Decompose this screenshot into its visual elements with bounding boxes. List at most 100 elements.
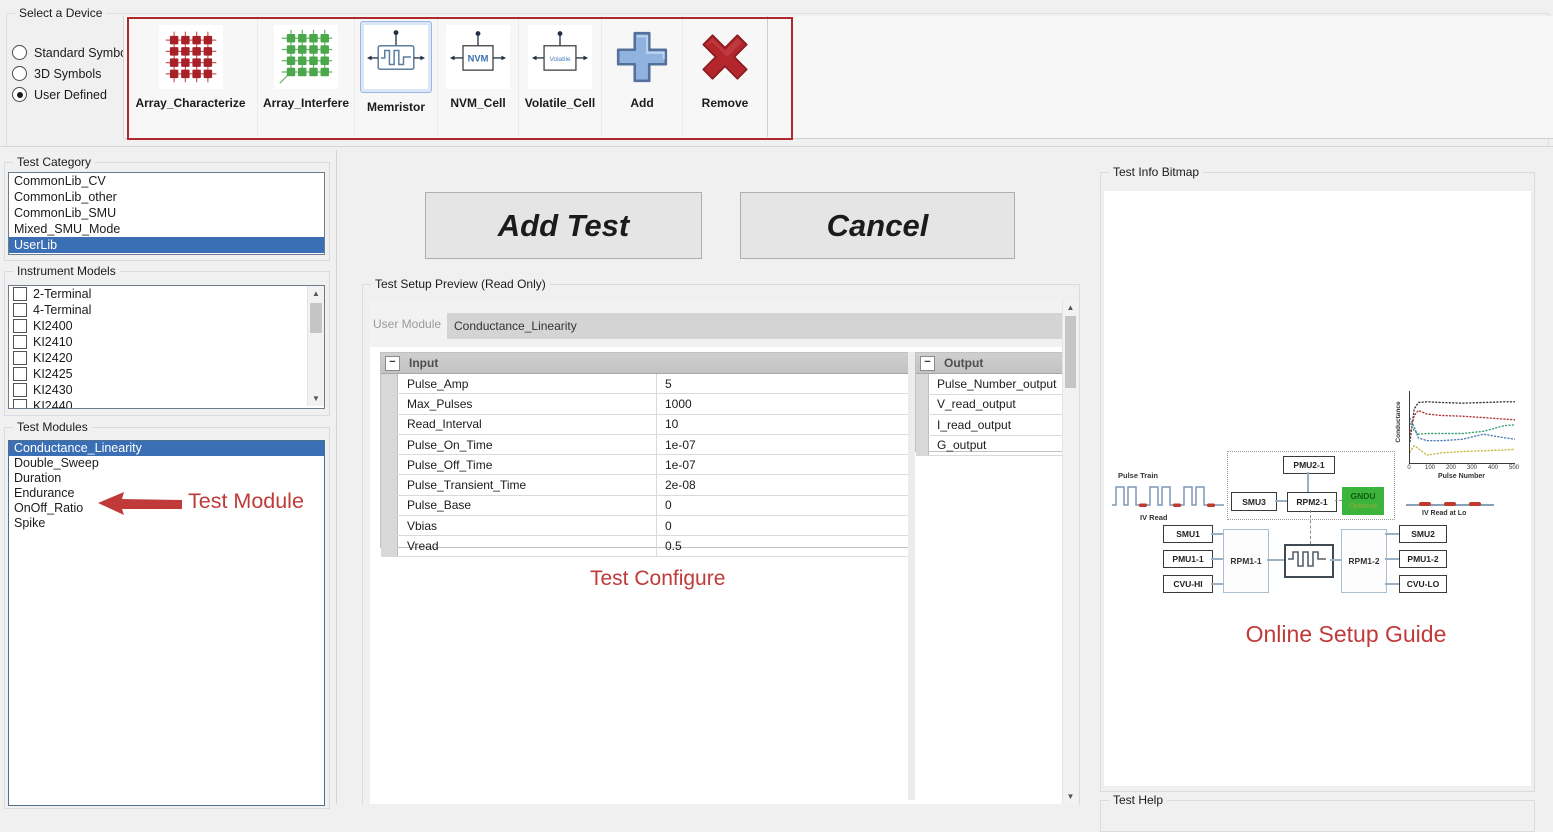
checkbox-icon[interactable] <box>13 287 27 301</box>
list-item[interactable]: Mixed_SMU_Mode <box>9 221 324 237</box>
test-help-label: Test Help <box>1109 793 1167 807</box>
nvm-cell-icon: NVM <box>446 25 510 89</box>
instrument-models-listbox: 2-Terminal 4-Terminal KI2400 KI2410 KI24… <box>8 285 325 409</box>
row-header <box>381 435 398 454</box>
device-item-label: Array_Interfere <box>263 96 349 110</box>
volatile-cell-icon: Volatile <box>528 25 592 89</box>
radio-3d-symbols[interactable]: 3D Symbols <box>12 63 136 84</box>
cancel-button[interactable]: Cancel <box>740 192 1015 259</box>
list-item-selected[interactable]: UserLib <box>9 237 324 253</box>
device-item-array-characterize[interactable]: Array_Characterize <box>124 16 258 137</box>
input-row: Pulse_On_Time1e-07 <box>381 435 909 455</box>
radio-standard-symbols[interactable]: Standard Symbols <box>12 42 136 63</box>
device-item-memristor[interactable]: Memristor <box>355 16 438 137</box>
checkbox-icon[interactable] <box>13 351 27 365</box>
row-header <box>381 496 398 515</box>
user-module-value: Conductance_Linearity <box>454 319 577 333</box>
row-header <box>916 436 929 456</box>
instrument-label: KI2425 <box>33 367 73 381</box>
list-item[interactable]: Spike <box>9 516 324 531</box>
instrument-item[interactable]: 4-Terminal <box>9 302 324 318</box>
instrument-label: KI2400 <box>33 319 73 333</box>
radio-icon[interactable] <box>12 45 27 60</box>
device-item-volatile-cell[interactable]: Volatile Volatile_Cell <box>519 16 602 137</box>
instrument-item[interactable]: KI2420 <box>9 350 324 366</box>
connector-line <box>1330 559 1341 561</box>
list-item[interactable]: CommonLib_SMU <box>9 205 324 221</box>
collapse-icon[interactable]: − <box>920 356 935 371</box>
user-module-label: User Module <box>373 317 441 331</box>
radio-user-defined[interactable]: User Defined <box>12 84 136 105</box>
input-grid-header: − Input <box>381 353 909 374</box>
instrument-item[interactable]: KI2425 <box>9 366 324 382</box>
selected-item-highlight <box>360 21 432 93</box>
add-test-button[interactable]: Add Test <box>425 192 702 259</box>
connector-line <box>1307 472 1309 492</box>
scroll-down-icon[interactable]: ▼ <box>1063 789 1078 804</box>
scroll-up-icon[interactable]: ▲ <box>1063 300 1078 315</box>
list-item[interactable]: CommonLib_other <box>9 189 324 205</box>
instrument-item[interactable]: KI2400 <box>9 318 324 334</box>
list-item[interactable]: CommonLib_CV <box>9 173 324 189</box>
list-item-selected[interactable]: Conductance_Linearity <box>9 441 324 456</box>
row-header <box>916 395 929 415</box>
preview-scrollbar[interactable]: ▲ ▼ <box>1062 300 1078 804</box>
checkbox-icon[interactable] <box>13 335 27 349</box>
left-center-divider <box>336 150 337 804</box>
connector-line <box>1267 559 1284 561</box>
param-name: Vread <box>398 536 657 555</box>
checkbox-icon[interactable] <box>13 367 27 381</box>
checkbox-icon[interactable] <box>13 303 27 317</box>
device-item-label: Add <box>630 96 653 110</box>
instrument-item[interactable]: KI2440 <box>9 398 324 409</box>
output-row: G_output <box>916 436 1062 457</box>
chart-xticks: 0 100 200 300 400 500 <box>1409 465 1514 473</box>
radio-icon-selected[interactable] <box>12 87 27 102</box>
input-row: Read_Interval10 <box>381 415 909 435</box>
output-row: I_read_output <box>916 415 1062 436</box>
param-name: Pulse_Off_Time <box>398 455 657 474</box>
instrument-item[interactable]: KI2410 <box>9 334 324 350</box>
instrument-models-label: Instrument Models <box>13 264 120 278</box>
device-item-remove[interactable]: Remove <box>683 16 768 137</box>
param-name: Max_Pulses <box>398 394 657 413</box>
connector-line <box>1211 533 1223 535</box>
param-name: Vbias <box>398 516 657 535</box>
symbol-type-radio-group: Standard Symbols 3D Symbols User Defined <box>12 42 136 105</box>
input-header-label: Input <box>409 356 438 370</box>
diagram-box-smu1: SMU1 <box>1163 525 1213 543</box>
scroll-down-icon[interactable]: ▼ <box>308 391 324 406</box>
device-item-add[interactable]: Add <box>602 16 683 137</box>
list-item[interactable]: Double_Sweep <box>9 456 324 471</box>
param-name: Pulse_Base <box>398 496 657 515</box>
connector-line <box>1385 533 1399 535</box>
instrument-models-scrollbar[interactable]: ▲ ▼ <box>307 286 324 406</box>
diagram-box-pmu1-2: PMU1-2 <box>1399 550 1447 568</box>
checkbox-icon[interactable] <box>13 383 27 397</box>
checkbox-icon[interactable] <box>13 319 27 333</box>
list-item[interactable]: Duration <box>9 471 324 486</box>
device-item-label: Array_Characterize <box>135 96 245 110</box>
pulse-train-label: Pulse Train <box>1118 471 1158 480</box>
instrument-item[interactable]: KI2430 <box>9 382 324 398</box>
test-info-bitmap-image: Conductance 0 100 200 300 400 500 Pulse … <box>1103 190 1532 787</box>
read-marker <box>1469 502 1481 506</box>
connector-line <box>1385 583 1399 585</box>
scrollbar-thumb[interactable] <box>1065 316 1076 388</box>
iv-read-label: IV Read <box>1140 513 1168 522</box>
conductance-chart <box>1409 391 1515 464</box>
radio-icon[interactable] <box>12 66 27 81</box>
scrollbar-thumb[interactable] <box>310 303 322 333</box>
param-value: 2e-08 <box>657 478 909 492</box>
svg-text:NVM: NVM <box>468 54 489 64</box>
scroll-up-icon[interactable]: ▲ <box>308 286 324 301</box>
row-header <box>381 415 398 434</box>
checkbox-icon[interactable] <box>13 399 27 409</box>
test-category-listbox: CommonLib_CV CommonLib_other CommonLib_S… <box>8 172 325 255</box>
instrument-label: KI2440 <box>33 399 73 409</box>
diagram-box-cvu-hi: CVU-HI <box>1163 575 1213 593</box>
instrument-item[interactable]: 2-Terminal <box>9 286 324 302</box>
device-item-array-interfere[interactable]: Array_Interfere <box>258 16 355 137</box>
device-item-nvm-cell[interactable]: NVM NVM_Cell <box>438 16 519 137</box>
collapse-icon[interactable]: − <box>385 356 400 371</box>
